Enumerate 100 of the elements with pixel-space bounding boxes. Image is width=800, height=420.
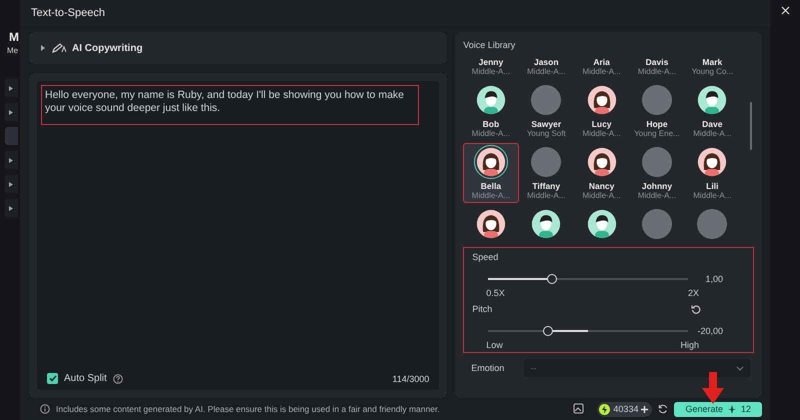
generate-button[interactable]: Generate 12 <box>674 402 762 416</box>
voice-name: Tiffany <box>532 181 560 191</box>
voice-description: Middle-A... <box>472 191 510 201</box>
woman-avatar-icon <box>697 147 728 177</box>
voice-card[interactable]: Jason Middle-A... <box>518 53 574 79</box>
voice-description: Middle-A... <box>582 67 621 77</box>
credits-count: 40334 <box>613 404 638 414</box>
photo-placeholder <box>531 147 562 177</box>
help-icon <box>112 374 123 384</box>
woman-avatar-icon <box>476 209 506 239</box>
voice-card[interactable]: Lili Middle-A... <box>684 143 740 203</box>
character-counter: 114/3000 <box>392 374 430 384</box>
caret-icon <box>9 206 13 210</box>
voice-description: Middle-A... <box>527 191 566 201</box>
voice-description: Middle-A... <box>582 191 621 201</box>
voice-description: Middle-A... <box>527 67 566 77</box>
auto-split-checkbox[interactable] <box>47 373 58 384</box>
voice-card[interactable]: Sawyer Young Soft <box>518 81 574 141</box>
image-icon[interactable] <box>573 403 586 415</box>
text-editor[interactable]: Hello everyone, my name is Ruby, and today I'll be showing you how to make your voice sound deeper just like this. Auto Split 114/3000 <box>37 81 440 390</box>
voice-card[interactable]: Lucy Middle-A... <box>574 81 630 141</box>
caret-icon <box>9 158 13 162</box>
sidebar-item[interactable] <box>5 175 18 193</box>
voice-description: Middle-A... <box>638 67 676 77</box>
voice-description: Middle-A... <box>638 191 676 201</box>
lightning-icon <box>599 404 610 414</box>
pen-icon <box>52 43 66 53</box>
voice-name: Lucy <box>592 119 612 129</box>
credits-badge[interactable]: 40334 <box>597 402 652 416</box>
voice-description: Middle-A... <box>693 129 732 139</box>
emotion-label: Emotion <box>471 363 504 373</box>
media-tab[interactable]: Me <box>0 46 20 55</box>
photo-placeholder <box>531 85 562 115</box>
photo-placeholder <box>642 147 672 177</box>
sparkle-icon <box>728 404 736 414</box>
voice-name: Bella <box>480 181 502 191</box>
voice-card[interactable]: Nancy Middle-A... <box>574 143 630 203</box>
voice-name: Nancy <box>588 181 614 191</box>
sidebar-item[interactable] <box>5 103 18 121</box>
voice-name: Bob <box>482 119 500 129</box>
slider-max-label: 2X <box>688 288 699 298</box>
voice-description: Young Co... <box>692 67 734 77</box>
slider-label: Speed <box>472 252 498 262</box>
script-text: Hello everyone, my name is Ruby, and today I'll be showing you how to make your voice sound deeper just like this. <box>41 85 420 125</box>
voice-card[interactable]: Bob Middle-A... <box>463 81 519 141</box>
man-avatar-icon <box>476 85 506 115</box>
slider-thumb[interactable] <box>547 274 558 284</box>
voice-card[interactable]: Hope Young Ene... <box>629 81 685 141</box>
window-title: Text-to-Speech <box>31 7 105 19</box>
man-avatar-icon <box>586 209 617 239</box>
voice-name: Jason <box>534 57 559 67</box>
woman-avatar-icon <box>476 147 506 177</box>
slider-label: Pitch <box>472 304 492 314</box>
caret-icon <box>9 182 13 186</box>
voice-name: Dave <box>702 119 722 129</box>
sidebar-item[interactable] <box>5 151 18 169</box>
slider-min-label: Low <box>486 340 503 350</box>
man-avatar-icon <box>531 209 562 239</box>
reset-icon[interactable] <box>691 304 701 314</box>
slider-thumb[interactable] <box>543 326 554 336</box>
voice-card[interactable]: Davis Middle-A... <box>629 53 685 79</box>
chevron-down-icon <box>736 366 744 370</box>
caret-icon <box>9 86 13 90</box>
voice-card[interactable]: Johnny Middle-A... <box>629 143 685 203</box>
voice-name: Johnny <box>642 181 672 191</box>
ai-copywriting-label: AI Copywriting <box>72 42 143 54</box>
selected-voice-card[interactable]: Bella Middle-A... <box>463 143 519 203</box>
close-icon[interactable] <box>780 6 790 15</box>
auto-split-label: Auto Split <box>64 373 107 384</box>
voice-name: Lili <box>706 181 718 191</box>
voice-card[interactable]: Jenny Middle-A... <box>463 53 519 79</box>
plus-icon <box>641 406 648 412</box>
scrollbar-thumb[interactable] <box>750 102 752 150</box>
slider-value: 1,00 <box>705 274 723 284</box>
photo-placeholder <box>642 85 672 115</box>
photo-placeholder <box>642 209 672 239</box>
voice-description: Young Ene... <box>634 129 680 139</box>
voice-description: Middle-A... <box>472 67 510 77</box>
app-title: M <box>8 30 20 46</box>
voice-name: Hope <box>646 119 668 129</box>
info-icon <box>40 404 50 414</box>
caret-icon <box>41 45 46 51</box>
sidebar-item[interactable] <box>5 199 18 217</box>
photo-placeholder <box>697 209 728 239</box>
check-icon <box>48 375 56 382</box>
ai-copywriting-panel[interactable]: AI Copywriting <box>29 32 448 64</box>
voice-description: Middle-A... <box>472 129 510 139</box>
man-avatar-icon <box>697 85 728 115</box>
caret-icon <box>9 110 13 114</box>
refresh-icon[interactable] <box>658 404 668 414</box>
voice-name: Mark <box>702 57 722 67</box>
sidebar-item[interactable] <box>5 79 18 97</box>
slider-value: -20,00 <box>697 326 723 336</box>
voice-card[interactable]: Dave Middle-A... <box>684 81 740 141</box>
voice-card[interactable]: Aria Middle-A... <box>574 53 630 79</box>
woman-avatar-icon <box>586 147 617 177</box>
voice-card[interactable]: Mark Young Co... <box>684 53 740 79</box>
voice-name: Davis <box>646 57 668 67</box>
voice-card[interactable]: Tiffany Middle-A... <box>518 143 574 203</box>
voice-description: Middle-A... <box>582 129 621 139</box>
